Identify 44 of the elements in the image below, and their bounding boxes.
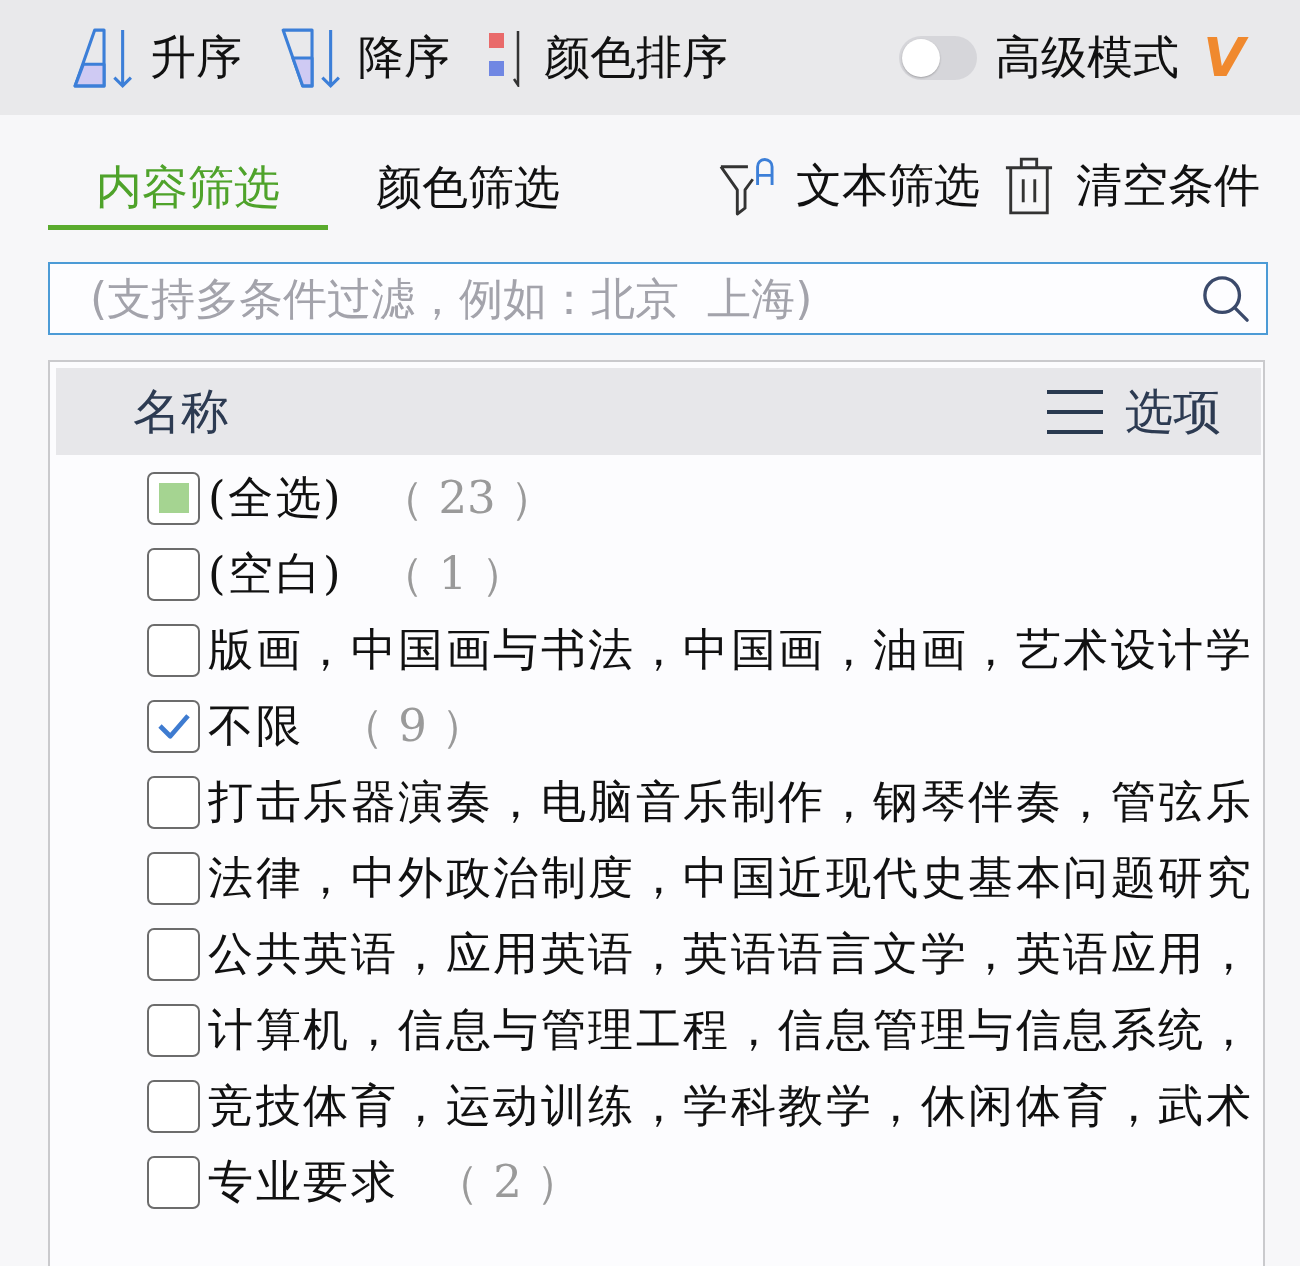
partial-select-icon (158, 483, 189, 513)
item-label[interactable]: 版画，中国画与书法，中国画，油画，艺术设计学 (208, 620, 1253, 680)
sort-ascending-button[interactable]: 升序 (72, 26, 242, 89)
item-count: （ 9 ） (339, 698, 487, 754)
checkbox[interactable] (147, 623, 200, 677)
item-count: （ 1 ） (379, 546, 527, 602)
tab[interactable]: 颜色筛选 (328, 150, 608, 230)
menu-icon (1047, 388, 1103, 435)
clear-conditions-button[interactable]: 清空条件 (1004, 155, 1260, 217)
checkbox[interactable] (147, 851, 200, 905)
funnel-icon (718, 155, 774, 217)
item-label[interactable]: (全选) (208, 468, 344, 528)
trash-icon (1004, 156, 1054, 216)
item-label[interactable]: 法律，中外政治制度，中国近现代史基本问题研究 (208, 848, 1253, 908)
options-button[interactable]: 选项 (1047, 379, 1221, 444)
search-field[interactable]: (支持多条件过滤，例如：北京 上海) (48, 262, 1268, 335)
item-label[interactable]: 竞技体育，运动训练，学科教学，休闲体育，武术 (208, 1076, 1253, 1136)
checkbox[interactable] (147, 775, 200, 829)
item-label[interactable]: 打击乐器演奏，电脑音乐制作，钢琴伴奏，管弦乐 (208, 772, 1253, 832)
checkbox[interactable] (147, 1155, 200, 1209)
color-sort-icon (488, 28, 522, 87)
checkbox[interactable] (147, 471, 200, 525)
checkbox[interactable] (147, 547, 200, 601)
item-label[interactable]: 公共英语，应用英语，英语语言文学，英语应用， (208, 924, 1253, 984)
advanced-mode-label: 高级模式 (995, 28, 1180, 86)
toggle-switch[interactable] (899, 35, 978, 80)
item-label[interactable]: 专业要求 (208, 1152, 398, 1212)
search-icon[interactable] (1202, 274, 1250, 323)
checkbox[interactable] (147, 1079, 200, 1133)
checkmark-icon (156, 712, 191, 740)
color-sort-button[interactable]: 颜色排序 (488, 26, 728, 89)
sort-ascending-icon (72, 26, 134, 89)
item-count: （ 23 ） (379, 470, 555, 526)
item-label[interactable]: 不限 (208, 696, 303, 756)
checkbox[interactable] (147, 699, 200, 753)
checkbox[interactable] (147, 1003, 200, 1057)
item-label[interactable]: (空白) (208, 544, 344, 604)
item-label[interactable]: 计算机，信息与管理工程，信息管理与信息系统， (208, 1000, 1253, 1060)
column-title: 名称 (133, 381, 229, 441)
sort-descending-button[interactable]: 降序 (280, 26, 450, 89)
item-count: （ 2 ） (434, 1154, 582, 1210)
checkbox[interactable] (147, 927, 200, 981)
sort-descending-icon (280, 26, 342, 89)
text-filter-button[interactable]: 文本筛选 (718, 155, 980, 217)
